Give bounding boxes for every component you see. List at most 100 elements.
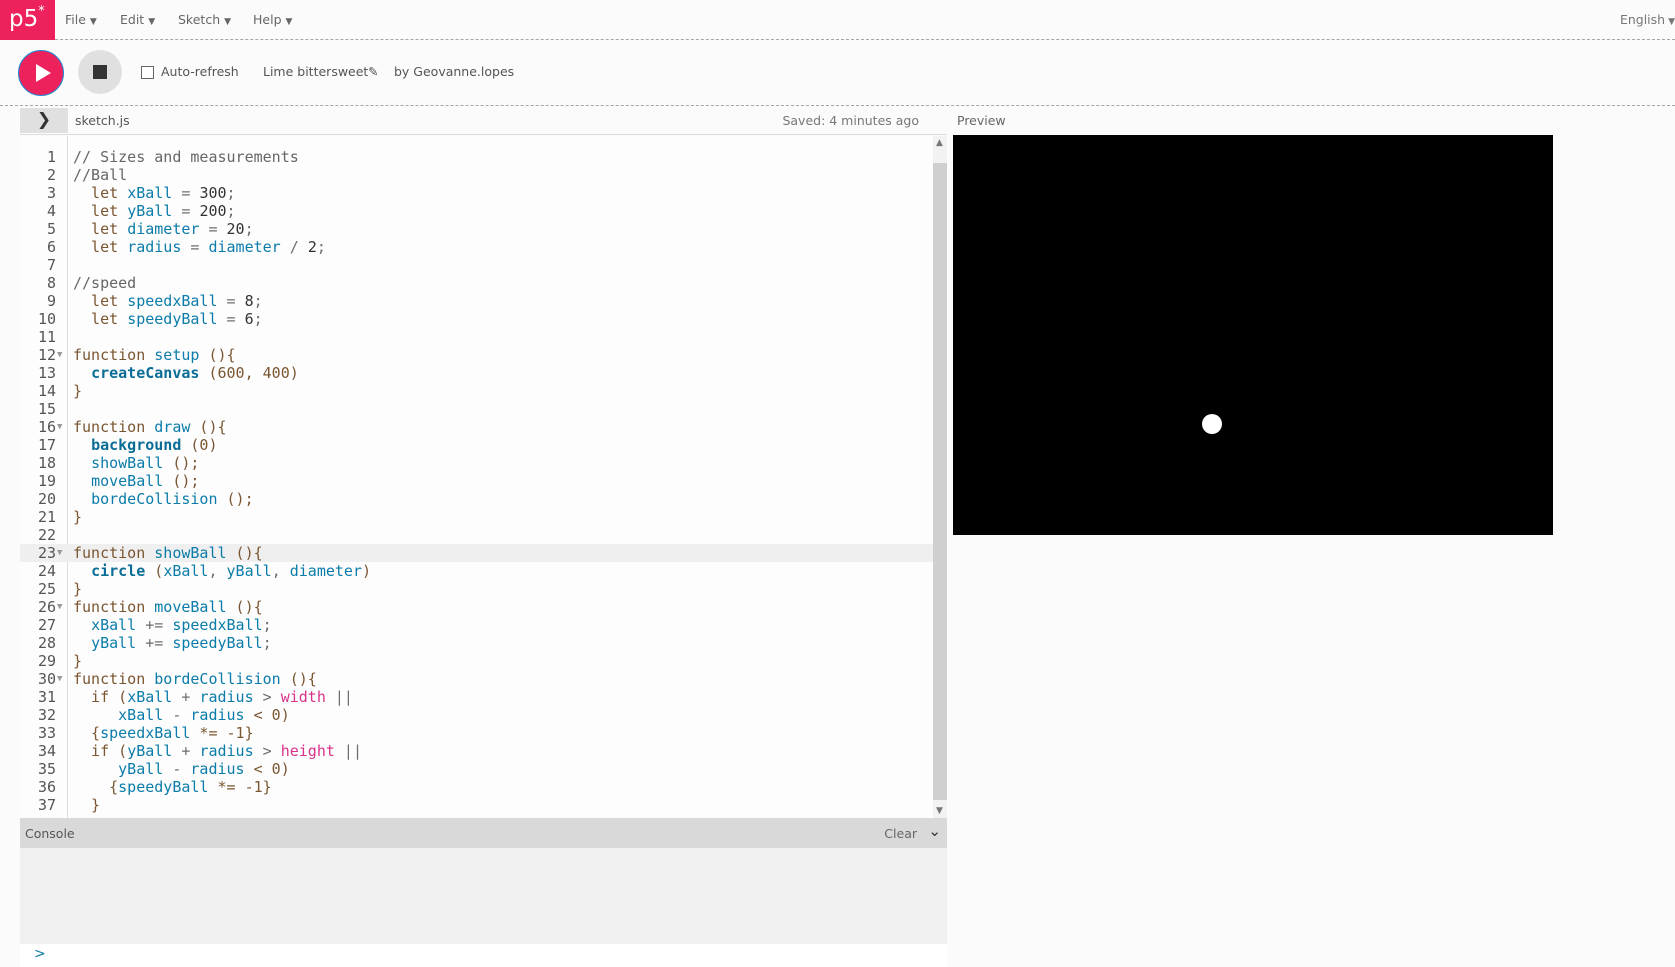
console-output bbox=[20, 848, 947, 944]
author-link[interactable]: by Geovanne.lopes bbox=[394, 64, 514, 79]
p5-logo[interactable]: p5* bbox=[0, 0, 55, 40]
code-line[interactable]: 31 if (xBall + radius > width || bbox=[20, 688, 933, 706]
menu-sketch[interactable]: Sketch ▼ bbox=[178, 12, 231, 27]
code-token: function bbox=[73, 346, 155, 364]
code-line[interactable]: 34 if (yBall + radius > height || bbox=[20, 742, 933, 760]
console-title: Console bbox=[25, 826, 75, 841]
console-input[interactable]: > bbox=[20, 944, 947, 967]
code-text: circle (xBall, yBall, diameter) bbox=[73, 562, 371, 580]
line-number: 3 bbox=[46, 184, 56, 202]
code-token: > bbox=[253, 742, 281, 760]
code-line[interactable]: 35 yBall - radius < 0) bbox=[20, 760, 933, 778]
code-text: function bordeCollision (){ bbox=[73, 670, 317, 688]
auto-refresh-checkbox[interactable] bbox=[141, 66, 154, 79]
menu-file[interactable]: File ▼ bbox=[65, 12, 97, 27]
code-line[interactable]: 21} bbox=[20, 508, 933, 526]
code-token: let bbox=[73, 310, 128, 328]
code-line[interactable]: 29} bbox=[20, 652, 933, 670]
chevron-down-icon[interactable]: ⌄ bbox=[928, 822, 941, 840]
code-line[interactable]: 17 background (0) bbox=[20, 436, 933, 454]
code-line[interactable]: 4 let yBall = 200; bbox=[20, 202, 933, 220]
preview-label: Preview bbox=[957, 113, 1006, 128]
code-token: (); bbox=[163, 472, 200, 490]
line-number: 5 bbox=[46, 220, 56, 238]
code-line[interactable]: 7 bbox=[20, 256, 933, 274]
stop-button[interactable] bbox=[78, 50, 122, 94]
code-token: speedxBall bbox=[127, 292, 218, 310]
editor-scrollbar[interactable]: ▲ ▼ bbox=[933, 136, 947, 818]
code-token: - bbox=[163, 760, 191, 778]
sketch-name[interactable]: Lime bittersweet bbox=[263, 64, 368, 79]
toolbar: Auto-refresh Lime bittersweet ✎ by Geova… bbox=[0, 40, 1675, 106]
code-token: } bbox=[73, 508, 83, 526]
line-number: 12 bbox=[37, 346, 56, 364]
code-line[interactable]: 13 createCanvas (600, 400) bbox=[20, 364, 933, 382]
scroll-down-icon[interactable]: ▼ bbox=[936, 806, 943, 816]
scrollbar-thumb[interactable] bbox=[933, 163, 947, 800]
line-number: 2 bbox=[46, 166, 56, 184]
fold-arrow-icon[interactable]: ▼ bbox=[57, 544, 62, 562]
code-line[interactable]: 28 yBall += speedyBall; bbox=[20, 634, 933, 652]
code-text: {speedxBall *= -1} bbox=[73, 724, 254, 742]
language-select[interactable]: English ▼ bbox=[1620, 12, 1675, 27]
line-number: 10 bbox=[37, 310, 56, 328]
code-line[interactable]: 10 let speedyBall = 6; bbox=[20, 310, 933, 328]
code-line[interactable]: 32 xBall - radius < 0) bbox=[20, 706, 933, 724]
line-number: 8 bbox=[46, 274, 56, 292]
code-token: speedxBall bbox=[172, 616, 263, 634]
code-line[interactable]: 20 bordeCollision (); bbox=[20, 490, 933, 508]
expand-sidebar-button[interactable]: ❯ bbox=[20, 108, 68, 133]
auto-refresh-label[interactable]: Auto-refresh bbox=[161, 64, 239, 79]
code-token: || bbox=[334, 742, 362, 760]
code-line[interactable]: 18 showBall (); bbox=[20, 454, 933, 472]
code-line[interactable]: 37 } bbox=[20, 796, 933, 814]
code-token: yBall bbox=[127, 202, 173, 220]
code-line[interactable]: 22 bbox=[20, 526, 933, 544]
pencil-icon[interactable]: ✎ bbox=[368, 64, 378, 79]
code-line[interactable]: 1 // Sizes and measurements bbox=[20, 148, 933, 166]
code-line[interactable]: 8 //speed bbox=[20, 274, 933, 292]
console-clear-button[interactable]: Clear bbox=[884, 826, 917, 841]
code-line[interactable]: 33 {speedxBall *= -1} bbox=[20, 724, 933, 742]
code-line[interactable]: 3 let xBall = 300; bbox=[20, 184, 933, 202]
code-line[interactable]: 5 let diameter = 20; bbox=[20, 220, 933, 238]
code-line[interactable]: 14} bbox=[20, 382, 933, 400]
code-line[interactable]: 25} bbox=[20, 580, 933, 598]
code-token: - bbox=[163, 706, 191, 724]
code-line[interactable]: 36 {speedyBall *= -1} bbox=[20, 778, 933, 796]
code-token: speedyBall bbox=[172, 634, 263, 652]
code-line[interactable]: 30 ▼ function bordeCollision (){ bbox=[20, 670, 933, 688]
code-line[interactable]: 27 xBall += speedxBall; bbox=[20, 616, 933, 634]
fold-arrow-icon[interactable]: ▼ bbox=[57, 670, 62, 688]
code-editor[interactable]: 1// Sizes and measurements 2//Ball 3 let x… bbox=[20, 136, 933, 818]
code-line[interactable]: 26 ▼ function moveBall (){ bbox=[20, 598, 933, 616]
fold-arrow-icon[interactable]: ▼ bbox=[57, 418, 62, 436]
menu-help[interactable]: Help ▼ bbox=[253, 12, 292, 27]
code-token: ; bbox=[262, 634, 272, 652]
code-line[interactable]: 23 ▼ function showBall (){ bbox=[20, 544, 933, 562]
code-line[interactable]: 11 bbox=[20, 328, 933, 346]
code-line[interactable]: 12 ▼ function setup (){ bbox=[20, 346, 933, 364]
code-text: } bbox=[73, 652, 82, 670]
scroll-up-icon[interactable]: ▲ bbox=[936, 138, 943, 148]
code-line[interactable]: 2 //Ball bbox=[20, 166, 933, 184]
code-text: yBall - radius < 0) bbox=[73, 760, 290, 778]
code-line[interactable]: 15 bbox=[20, 400, 933, 418]
caret-down-icon: ▼ bbox=[1668, 17, 1675, 27]
menu-edit[interactable]: Edit ▼ bbox=[120, 12, 155, 27]
fold-arrow-icon[interactable]: ▼ bbox=[57, 598, 62, 616]
code-token: radius bbox=[199, 742, 254, 760]
code-line[interactable]: 16 ▼ function draw (){ bbox=[20, 418, 933, 436]
code-line[interactable]: 19 moveBall (); bbox=[20, 472, 933, 490]
play-button[interactable] bbox=[18, 50, 64, 96]
code-token: ; bbox=[226, 202, 236, 220]
code-line[interactable]: 9 let speedxBall = 8; bbox=[20, 292, 933, 310]
preview-canvas[interactable] bbox=[953, 135, 1553, 535]
code-text: function showBall (){ bbox=[73, 544, 263, 562]
code-line[interactable]: 24 circle (xBall, yBall, diameter) bbox=[20, 562, 933, 580]
code-line[interactable]: 6 let radius = diameter / 2; bbox=[20, 238, 933, 256]
fold-arrow-icon[interactable]: ▼ bbox=[57, 346, 62, 364]
